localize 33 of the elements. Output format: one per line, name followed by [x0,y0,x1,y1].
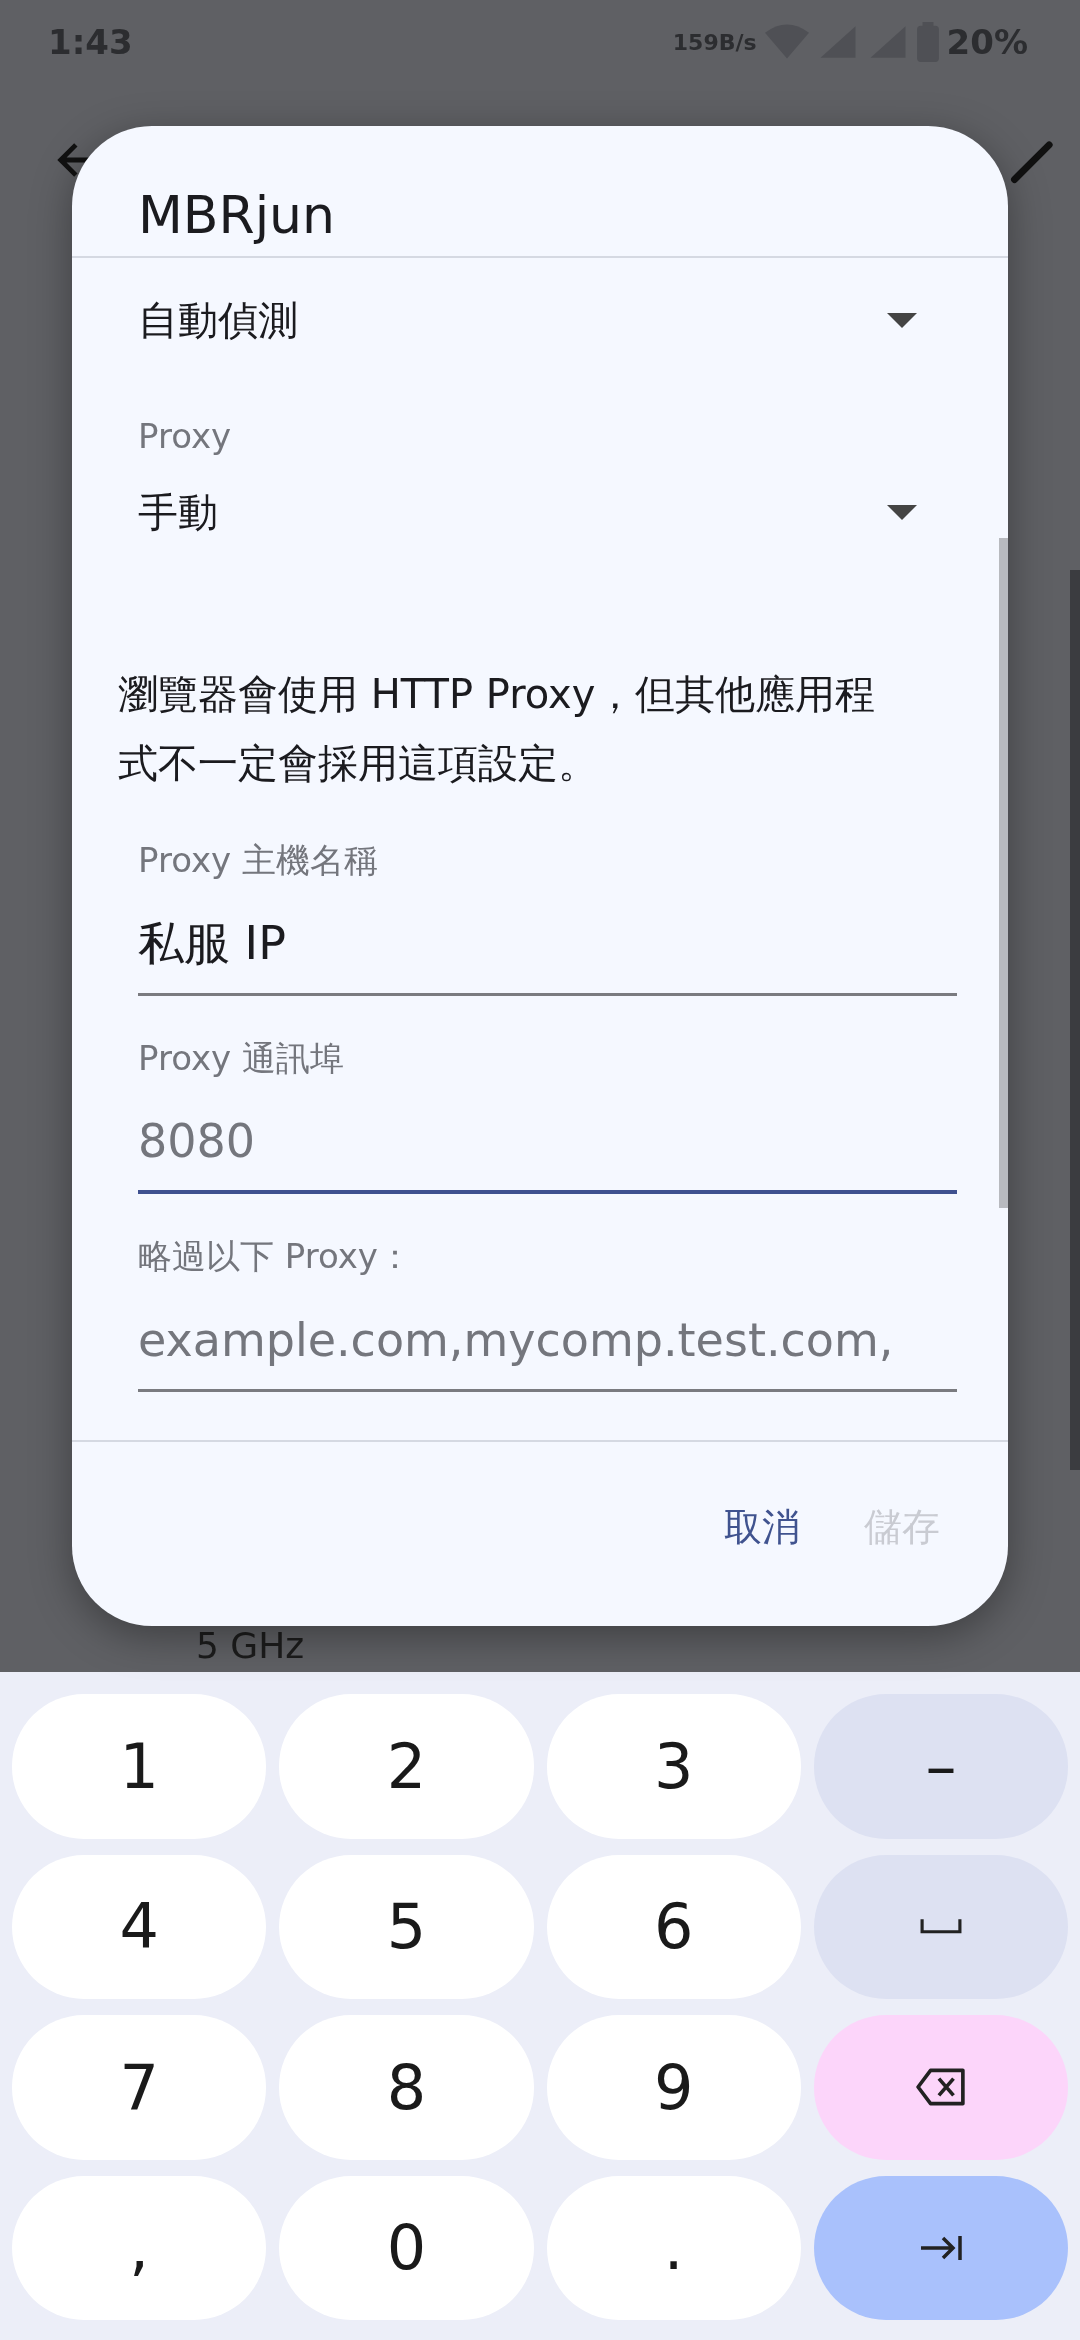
key[interactable]: 6 [546,1854,801,1999]
key[interactable]: 2 [279,1694,534,1839]
dropdown-value: 自動偵測 [138,295,298,345]
dropdown-arrow-icon [887,312,917,328]
tab-arrow-icon [918,2234,963,2261]
field-label: Proxy 通訊埠 [138,1037,345,1080]
field-label: Proxy 主機名稱 [138,839,379,882]
field-label: 略過以下 Proxy： [138,1235,413,1278]
band-label: 5 GHz [196,1625,305,1666]
input-field[interactable]: example.com,mycomp.test.com, [138,1280,957,1392]
backspace-icon [915,2068,966,2107]
key[interactable]: , [12,2175,267,2320]
info-text: 瀏覽器會使用 HTTP Proxy，但其他應用程式不一定會採用這項設定。 [118,670,877,788]
dialog-button[interactable]: 取消 [704,1491,820,1563]
input-field[interactable]: 私服 IP [138,884,957,996]
dropdown-arrow-icon [887,504,917,520]
key[interactable]: 7 [12,2015,267,2160]
space-icon [919,1919,962,1935]
key[interactable]: 1 [12,1694,267,1839]
key[interactable]: 8 [279,2015,534,2160]
key[interactable]: – [813,1694,1068,1839]
input-field[interactable]: 8080 [138,1082,957,1194]
key[interactable]: 3 [546,1694,801,1839]
key[interactable]: . [546,2175,801,2320]
key[interactable]: 0 [279,2175,534,2320]
key[interactable]: 4 [12,1854,267,1999]
key[interactable]: 9 [546,2015,801,2160]
dialog-title: MBRjun [72,126,1008,258]
key[interactable]: 5 [279,1854,534,1999]
dropdown[interactable]: 自動偵測 [138,258,957,382]
dropdown[interactable]: 手動 [138,456,957,568]
field-label: Proxy [138,416,233,456]
dropdown-value: 手動 [138,487,218,537]
